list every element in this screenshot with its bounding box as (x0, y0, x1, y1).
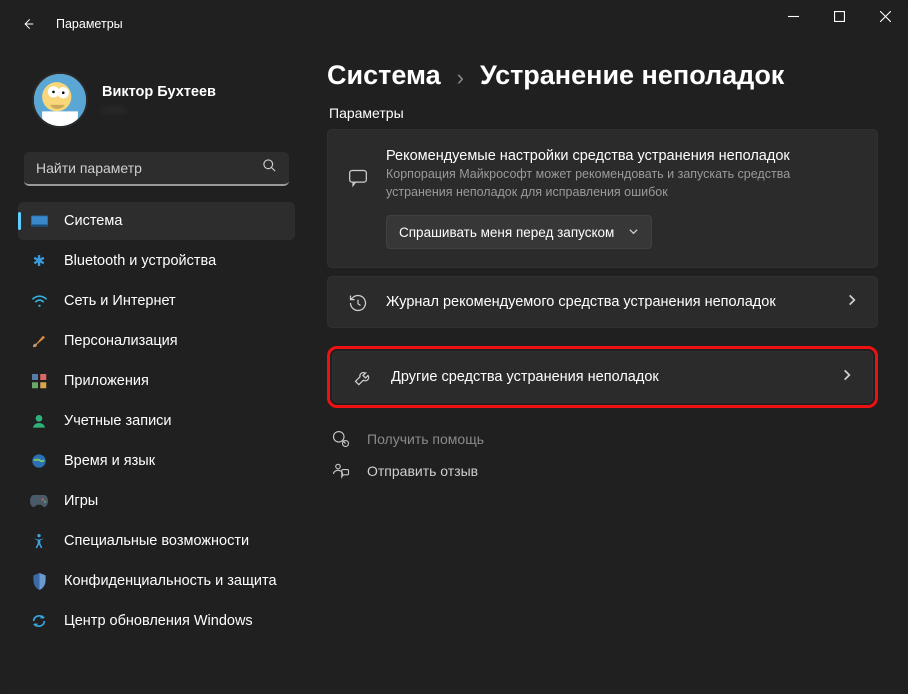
wifi-icon (30, 292, 48, 310)
shield-icon (30, 572, 48, 590)
sidebar-item-apps[interactable]: Приложения (18, 362, 295, 400)
chevron-down-icon (628, 225, 639, 240)
sidebar-item-label: Приложения (64, 373, 149, 389)
sidebar-item-label: Система (64, 213, 122, 229)
card-title: Рекомендуемые настройки средства устране… (386, 148, 859, 164)
profile-name: Виктор Бухтеев (102, 84, 216, 100)
highlight-box: Другие средства устранения неполадок (327, 346, 878, 408)
sidebar-item-label: Учетные записи (64, 413, 172, 429)
help-icon (331, 430, 351, 448)
chevron-right-icon (840, 368, 854, 387)
history-icon (346, 293, 370, 313)
chevron-right-icon: › (457, 65, 464, 91)
back-button[interactable] (14, 10, 42, 38)
sidebar-item-personalization[interactable]: Персонализация (18, 322, 295, 360)
card-title: Другие средства устранения неполадок (391, 369, 824, 385)
card-title: Журнал рекомендуемого средства устранени… (386, 294, 829, 310)
sidebar-item-bluetooth[interactable]: ✱ Bluetooth и устройства (18, 242, 295, 280)
maximize-button[interactable] (816, 0, 862, 32)
card-history[interactable]: Журнал рекомендуемого средства устранени… (327, 276, 878, 328)
sidebar-item-privacy[interactable]: Конфиденциальность и защита (18, 562, 295, 600)
breadcrumb: Система › Устранение неполадок (327, 60, 878, 91)
system-icon (30, 212, 48, 230)
sidebar-item-network[interactable]: Сеть и Интернет (18, 282, 295, 320)
accessibility-icon (30, 532, 48, 550)
gamepad-icon (30, 492, 48, 510)
search-input[interactable] (36, 160, 262, 176)
apps-icon (30, 372, 48, 390)
settings-window: Параметры Виктор Бухтеев —— (0, 0, 908, 694)
window-title: Параметры (56, 17, 123, 31)
close-button[interactable] (862, 0, 908, 32)
breadcrumb-root[interactable]: Система (327, 60, 441, 91)
profile-block[interactable]: Виктор Бухтеев —— (18, 66, 295, 146)
feedback-link[interactable]: Отправить отзыв (327, 462, 878, 480)
minimize-button[interactable] (770, 0, 816, 32)
feedback-icon (331, 462, 351, 480)
update-icon (30, 612, 48, 630)
sidebar-item-label: Bluetooth и устройства (64, 253, 216, 269)
search-box[interactable] (24, 152, 289, 186)
search-icon (262, 158, 277, 178)
troubleshoot-mode-dropdown[interactable]: Спрашивать меня перед запуском (386, 215, 652, 249)
sidebar-item-system[interactable]: Система (18, 202, 295, 240)
card-subtitle: Корпорация Майкрософт может рекомендоват… (386, 166, 859, 201)
footer-links: Получить помощь Отправить отзыв (327, 430, 878, 480)
card-recommended-settings: Рекомендуемые настройки средства устране… (327, 129, 878, 268)
main-panel: Система › Устранение неполадок Параметры… (305, 48, 908, 694)
wrench-icon (351, 368, 375, 388)
sidebar-item-time[interactable]: Время и язык (18, 442, 295, 480)
sidebar-item-label: Специальные возможности (64, 533, 249, 549)
chat-icon (346, 168, 370, 188)
sidebar-nav: Система ✱ Bluetooth и устройства Сеть и … (18, 202, 295, 640)
person-icon (30, 412, 48, 430)
sidebar-item-accounts[interactable]: Учетные записи (18, 402, 295, 440)
sidebar-item-update[interactable]: Центр обновления Windows (18, 602, 295, 640)
window-controls (770, 0, 908, 32)
bluetooth-icon: ✱ (30, 252, 48, 270)
profile-email: —— (102, 102, 216, 116)
section-label: Параметры (329, 105, 878, 121)
sidebar-item-gaming[interactable]: Игры (18, 482, 295, 520)
dropdown-value: Спрашивать меня перед запуском (399, 225, 614, 240)
chevron-right-icon (845, 293, 859, 312)
titlebar: Параметры (0, 0, 908, 48)
brush-icon (30, 332, 48, 350)
card-other-troubleshooters[interactable]: Другие средства устранения неполадок (332, 351, 873, 403)
sidebar: Виктор Бухтеев —— Система ✱ Bluetooth и … (0, 48, 305, 694)
sidebar-item-label: Игры (64, 493, 98, 509)
clock-globe-icon (30, 452, 48, 470)
page-title: Устранение неполадок (480, 60, 784, 91)
avatar (32, 72, 88, 128)
sidebar-item-accessibility[interactable]: Специальные возможности (18, 522, 295, 560)
link-label: Получить помощь (367, 431, 484, 447)
sidebar-item-label: Центр обновления Windows (64, 613, 253, 629)
sidebar-item-label: Персонализация (64, 333, 178, 349)
sidebar-item-label: Конфиденциальность и защита (64, 573, 277, 589)
sidebar-item-label: Сеть и Интернет (64, 293, 176, 309)
sidebar-item-label: Время и язык (64, 453, 155, 469)
get-help-link[interactable]: Получить помощь (327, 430, 878, 448)
link-label: Отправить отзыв (367, 463, 478, 479)
